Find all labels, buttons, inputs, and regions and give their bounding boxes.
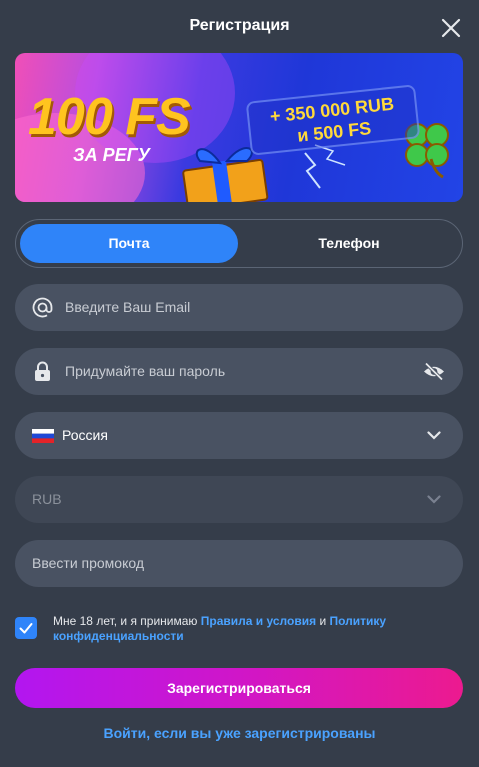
registration-method-tabs: Почта Телефон <box>15 219 463 268</box>
at-sign-icon <box>32 297 53 318</box>
promo-code-field[interactable]: Ввести промокод <box>15 540 463 587</box>
password-placeholder: Придумайте ваш пароль <box>65 363 226 379</box>
banner-headline: 100 FS <box>28 88 191 146</box>
eye-off-icon[interactable] <box>423 362 445 381</box>
login-link[interactable]: Войти, если вы уже зарегистрированы <box>0 725 479 741</box>
close-button[interactable] <box>440 17 462 39</box>
country-value: Россия <box>62 427 108 443</box>
banner-subline: ЗА РЕГУ <box>73 145 150 165</box>
russia-flag-icon <box>32 429 54 443</box>
register-button[interactable]: Зарегистрироваться <box>15 668 463 708</box>
currency-select[interactable]: RUB <box>15 476 463 523</box>
close-icon <box>441 18 461 38</box>
email-field[interactable]: Введите Ваш Email <box>15 284 463 331</box>
email-placeholder: Введите Ваш Email <box>65 299 191 315</box>
terms-and: и <box>319 614 327 628</box>
password-field[interactable]: Придумайте ваш пароль <box>15 348 463 395</box>
gift-icon <box>182 147 269 202</box>
rules-link[interactable]: Правила и условия <box>201 614 316 628</box>
terms-text: Мне 18 лет, и я принимаю Правила и услов… <box>53 614 453 644</box>
tab-email[interactable]: Почта <box>20 224 238 263</box>
promo-banner[interactable]: 100 FS ЗА РЕГУ + 350 000 RUB и 500 FS <box>15 53 463 202</box>
page-title: Регистрация <box>189 17 290 34</box>
chevron-down-icon <box>427 431 441 440</box>
tab-phone[interactable]: Телефон <box>240 224 458 263</box>
promo-placeholder: Ввести промокод <box>32 555 145 571</box>
country-select[interactable]: Россия <box>15 412 463 459</box>
checkmark-icon <box>19 623 33 634</box>
chevron-down-icon <box>427 495 441 504</box>
terms-checkbox[interactable] <box>15 617 37 639</box>
terms-prefix: Мне 18 лет, и я принимаю <box>53 614 198 628</box>
currency-value: RUB <box>32 491 62 507</box>
lock-icon <box>35 361 50 381</box>
